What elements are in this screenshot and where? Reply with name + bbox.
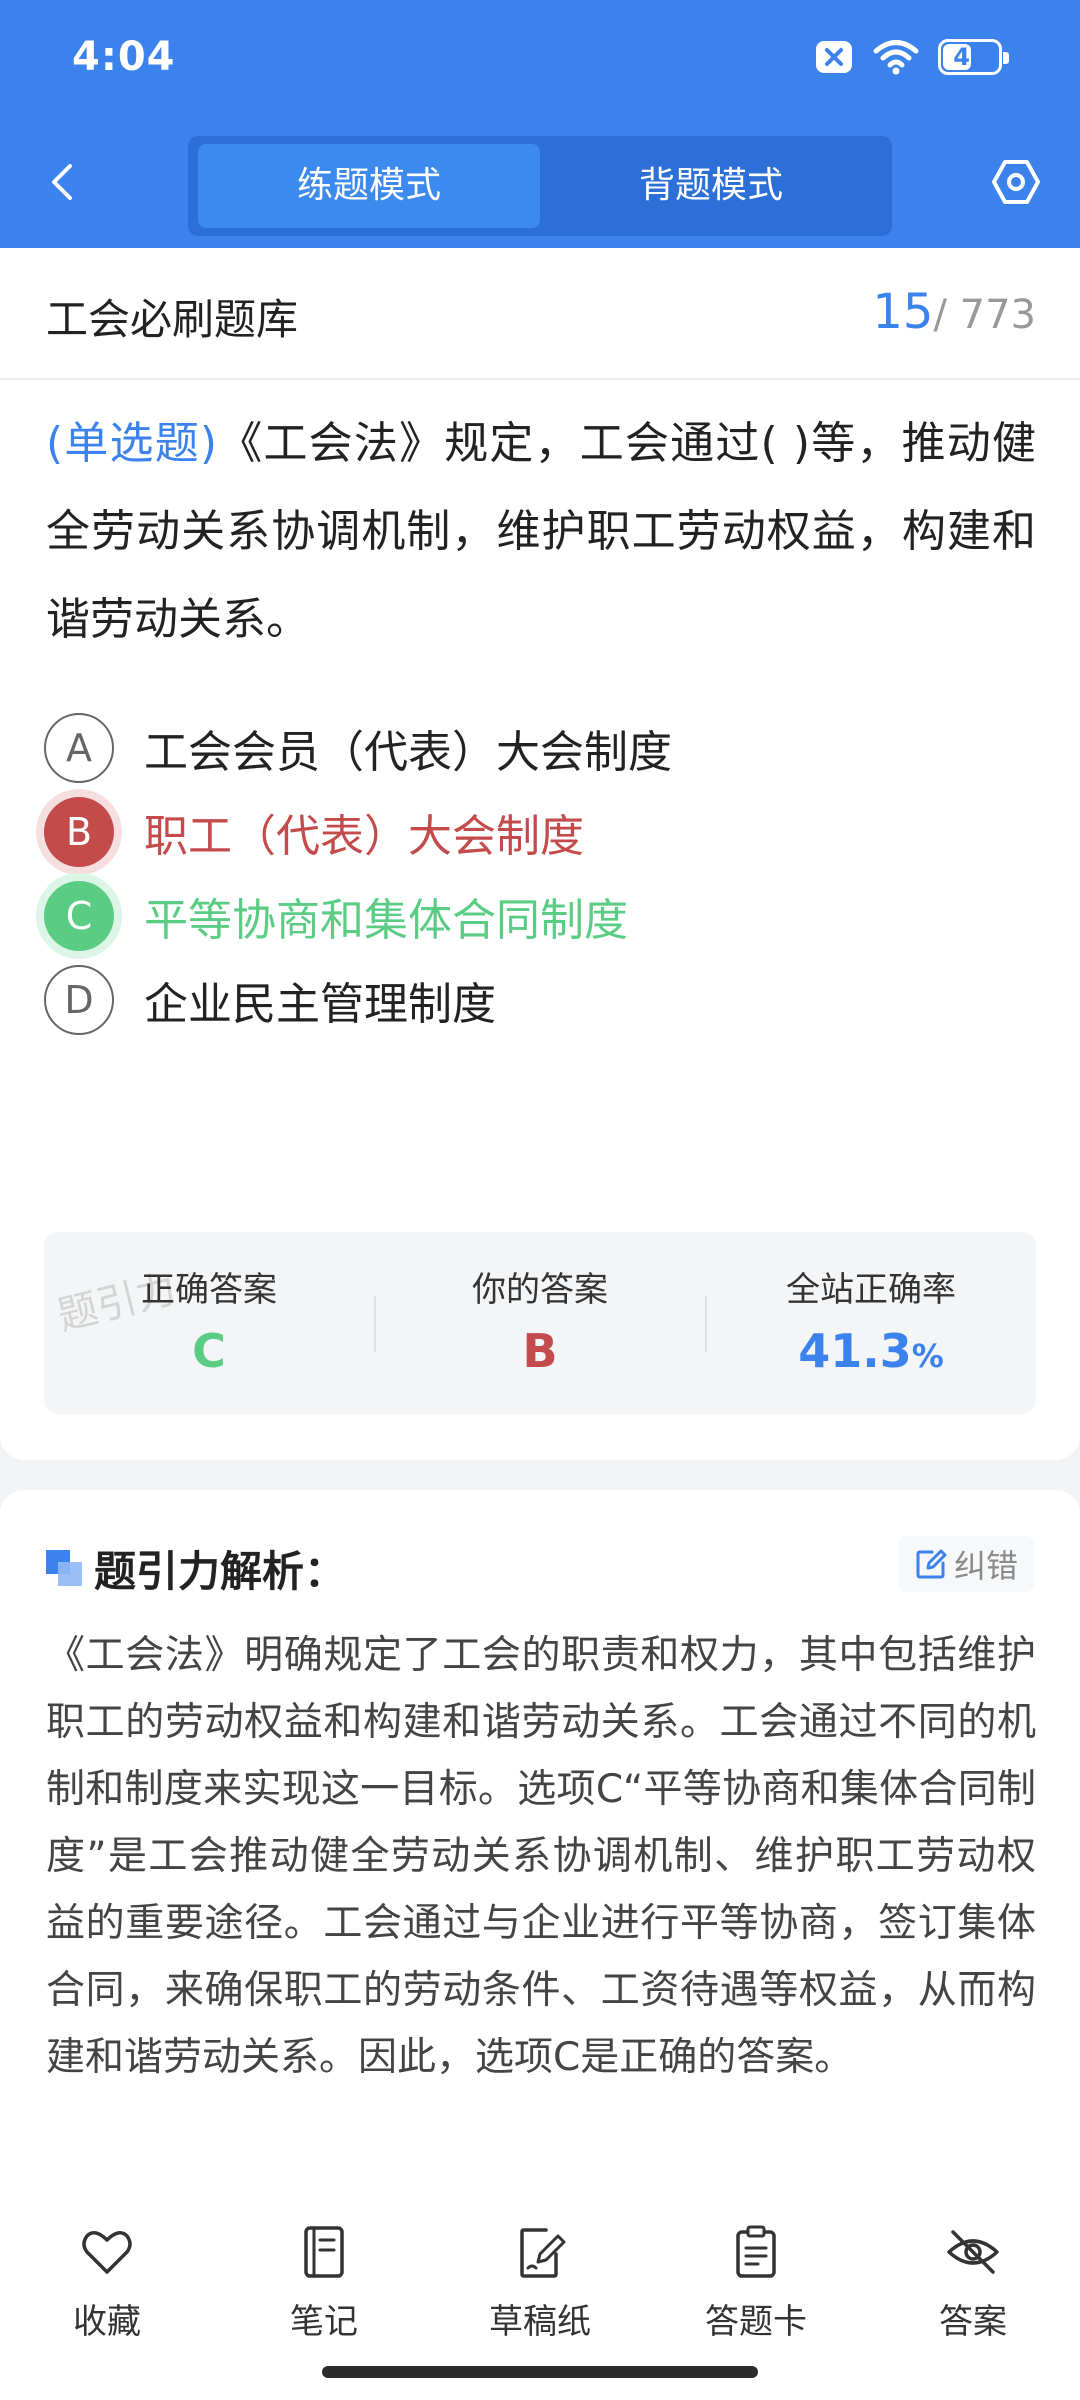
- stat-correct-answer: 正确答案 C: [44, 1232, 374, 1414]
- settings-button[interactable]: [990, 156, 1042, 208]
- answer-card-icon: [736, 2225, 776, 2278]
- question-stem: (单选题)《工会法》规定，工会通过( )等，推动健全劳动关系协调机制，维护职工劳…: [46, 400, 1036, 664]
- answer-stats-panel: 题引力 正确答案 C 你的答案 B 全站正确率 41.3%: [44, 1232, 1036, 1414]
- total-questions: / 773: [933, 292, 1036, 338]
- percent-unit: %: [911, 1337, 944, 1375]
- option-a[interactable]: A 工会会员（代表）大会制度: [44, 708, 1034, 788]
- report-error-label: 纠错: [953, 1547, 1018, 1585]
- battery-icon: 45: [938, 39, 1009, 75]
- heart-icon: [82, 2231, 132, 2274]
- stat-your-answer: 你的答案 B: [375, 1232, 705, 1414]
- stat-label: 全站正确率: [786, 1270, 956, 1310]
- option-letter: C: [44, 881, 114, 951]
- question-type: (单选题): [46, 418, 218, 469]
- question-card: 工会必刷题库 15/ 773 (单选题)《工会法》规定，工会通过( )等，推动健…: [0, 248, 1080, 1460]
- option-d[interactable]: D 企业民主管理制度: [44, 960, 1034, 1040]
- tab-recite-mode[interactable]: 背题模式: [540, 144, 882, 228]
- question-bank-title: 工会必刷题库: [46, 295, 299, 344]
- divider: [0, 378, 1080, 380]
- current-question-number: 15: [872, 284, 934, 340]
- correct-answer-value: C: [192, 1324, 226, 1378]
- analysis-text: 《工会法》明确规定了工会的职责和权力，其中包括维护职工的劳动权益和构建和谐劳动关…: [46, 1633, 1036, 2080]
- analysis-title: 题引力解析：: [94, 1547, 347, 1596]
- accuracy-number: 41.3: [798, 1324, 912, 1378]
- draft-paper-icon: [520, 2228, 566, 2278]
- top-bar: 4:04 45 练题模式 背题模式: [0, 0, 1080, 248]
- stat-label: 正确答案: [141, 1270, 277, 1310]
- favorite-label: 收藏: [73, 2302, 141, 2342]
- option-letter: B: [44, 797, 114, 867]
- option-letter: D: [44, 965, 114, 1035]
- accuracy-rate-value: 41.3%: [706, 1324, 1036, 1378]
- status-icons: 45: [814, 38, 1009, 76]
- edit-icon: [916, 1549, 947, 1579]
- notebook-icon: [304, 2226, 344, 2278]
- analysis-squares-icon: [46, 1550, 82, 1586]
- notes-label: 笔记: [290, 2302, 358, 2342]
- battery-level: 45: [953, 43, 987, 71]
- option-text: 工会会员（代表）大会制度: [144, 727, 672, 778]
- option-letter: A: [44, 713, 114, 783]
- settings-hexagon-icon: [992, 160, 1040, 204]
- show-answer-label: 答案: [939, 2302, 1007, 2342]
- mode-switch: 练题模式 背题模式: [188, 136, 892, 236]
- back-button[interactable]: [44, 162, 84, 202]
- eye-off-icon: [947, 2230, 999, 2274]
- close-box-icon: [816, 41, 852, 73]
- show-answer-button[interactable]: 答案: [893, 2224, 1053, 2354]
- status-time: 4:04: [72, 34, 176, 80]
- favorite-button[interactable]: 收藏: [27, 2224, 187, 2354]
- chevron-left-icon: [52, 164, 72, 200]
- tab-practice-mode[interactable]: 练题模式: [198, 144, 540, 228]
- answer-card-button[interactable]: 答题卡: [676, 2224, 836, 2354]
- option-b[interactable]: B 职工（代表）大会制度: [44, 792, 1034, 872]
- stat-label: 你的答案: [472, 1270, 608, 1310]
- report-error-button[interactable]: 纠错: [898, 1536, 1034, 1592]
- analysis-card: 题引力解析： 纠错 《工会法》明确规定了工会的职责和权力，其中包括维护职工的劳动…: [0, 1490, 1080, 2210]
- option-c[interactable]: C 平等协商和集体合同制度: [44, 876, 1034, 956]
- notes-button[interactable]: 笔记: [244, 2224, 404, 2354]
- draft-paper-label: 草稿纸: [489, 2302, 591, 2342]
- home-indicator[interactable]: [322, 2366, 758, 2378]
- draft-paper-button[interactable]: 草稿纸: [460, 2224, 620, 2354]
- option-text: 企业民主管理制度: [144, 979, 496, 1030]
- option-text: 职工（代表）大会制度: [144, 811, 584, 862]
- answer-card-label: 答题卡: [705, 2302, 807, 2342]
- wifi-icon: [873, 40, 919, 75]
- option-text: 平等协商和集体合同制度: [144, 895, 628, 946]
- your-answer-value: B: [522, 1324, 558, 1378]
- question-counter: 15/ 773: [872, 284, 1036, 340]
- stat-accuracy-rate: 全站正确率 41.3%: [706, 1232, 1036, 1414]
